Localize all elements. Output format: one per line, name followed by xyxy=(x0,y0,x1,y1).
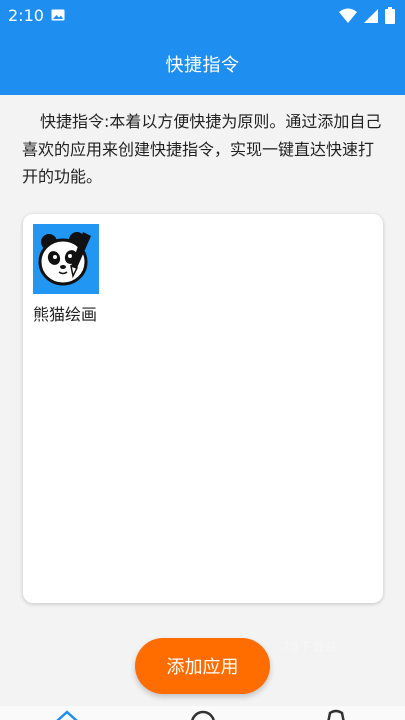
shortcut-item[interactable]: 熊猫绘画 xyxy=(33,224,113,325)
shortcuts-card: 熊猫绘画 xyxy=(23,214,383,603)
panda-painting-app-icon xyxy=(33,224,99,294)
battery-icon xyxy=(385,7,395,24)
profile-icon[interactable] xyxy=(324,709,348,720)
app-bar: 快捷指令 xyxy=(0,32,405,95)
status-indicators xyxy=(339,7,395,24)
bottom-navigation xyxy=(0,706,405,720)
wifi-icon xyxy=(339,8,357,23)
search-icon[interactable] xyxy=(189,709,217,720)
shortcut-label: 熊猫绘画 xyxy=(33,305,98,324)
image-icon xyxy=(51,9,65,21)
page-title: 快捷指令 xyxy=(165,54,240,76)
status-bar: 2:10 xyxy=(0,0,405,32)
home-icon[interactable] xyxy=(55,709,79,720)
description-text: 快捷指令:本着以方便快捷为原则。通过添加自己喜欢的应用来创建快捷指令，实现一键直… xyxy=(22,112,382,186)
watermark: 78下载站 xyxy=(282,640,339,654)
status-time: 2:10 xyxy=(8,6,44,25)
signal-icon xyxy=(364,8,378,23)
add-app-button[interactable]: 添加应用 xyxy=(135,638,270,694)
